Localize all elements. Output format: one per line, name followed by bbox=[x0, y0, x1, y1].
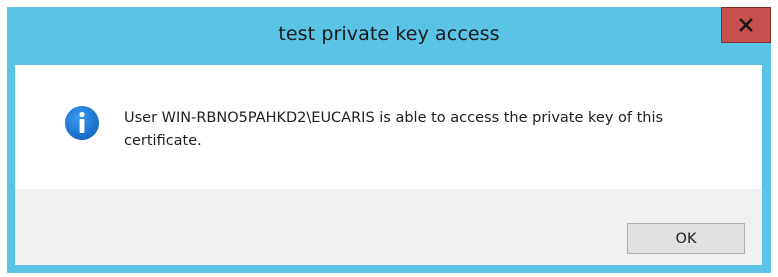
dialog-title: test private key access bbox=[278, 23, 500, 45]
close-icon bbox=[739, 18, 753, 32]
info-icon bbox=[65, 106, 99, 140]
dialog-body: User WIN-RBNO5PAHKD2\EUCARIS is able to … bbox=[15, 65, 762, 265]
close-button[interactable] bbox=[721, 7, 771, 43]
title-bar[interactable]: test private key access bbox=[7, 7, 771, 65]
message-text: User WIN-RBNO5PAHKD2\EUCARIS is able to … bbox=[124, 110, 664, 149]
ok-button[interactable]: OK bbox=[627, 223, 745, 254]
message-dialog: test private key access User WIN-RBNO5PA… bbox=[7, 7, 771, 273]
screen: test private key access User WIN-RBNO5PA… bbox=[0, 0, 778, 277]
message-area: User WIN-RBNO5PAHKD2\EUCARIS is able to … bbox=[15, 65, 762, 189]
button-bar: OK bbox=[15, 189, 762, 265]
